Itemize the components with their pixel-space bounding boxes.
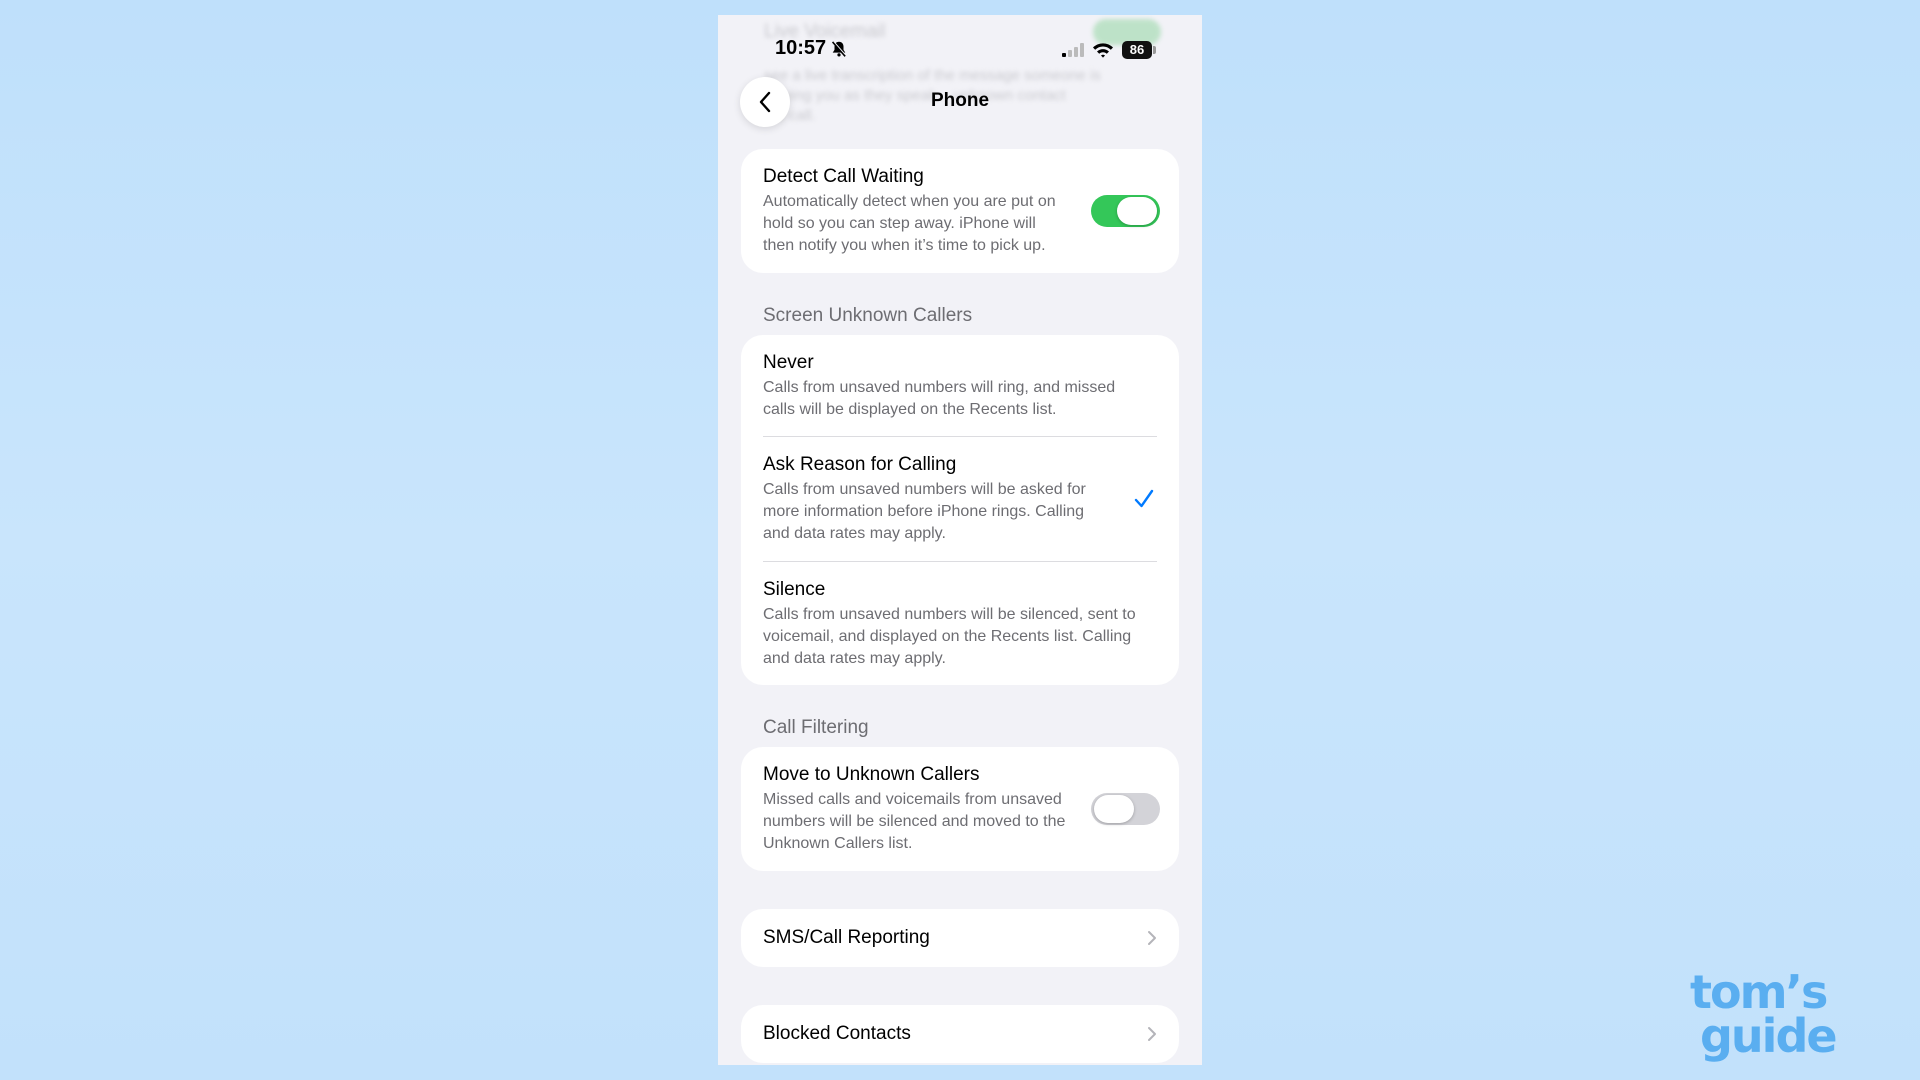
sms-call-reporting-row[interactable]: SMS/Call Reporting [741,909,1179,967]
toggle-knob [1094,795,1134,823]
option-never[interactable]: Never Calls from unsaved numbers will ri… [741,335,1179,436]
blocked-contacts-label: Blocked Contacts [763,1023,911,1044]
page-title: Phone [930,90,990,111]
option-ask-reason-title: Ask Reason for Calling [763,454,957,475]
detect-call-waiting-title: Detect Call Waiting [763,166,924,187]
option-ask-reason-description: Calls from unsaved numbers will be asked… [763,481,1086,542]
option-ask-reason-content: Ask Reason for Calling Calls from unsave… [741,437,1179,545]
chevron-right-icon [1148,931,1156,945]
status-time: 10:57 [775,37,848,60]
sms-call-reporting-card: SMS/Call Reporting [741,909,1179,967]
phone-screen: Live Voicemail see a live transcription … [718,15,1202,1065]
option-never-content: Never Calls from unsaved numbers will ri… [741,335,1179,421]
checkmark-icon [1134,489,1154,508]
call-filtering-card: Move to Unknown Callers Missed calls and… [741,747,1179,871]
option-never-description: Calls from unsaved numbers will ring, an… [763,379,1116,418]
logo-line-1: tom’s [1690,965,1828,1019]
detect-call-waiting-card: Detect Call Waiting Automatically detect… [741,149,1179,273]
option-silence[interactable]: Silence Calls from unsaved numbers will … [741,562,1179,685]
option-never-title: Never [763,352,814,373]
screen-unknown-callers-card: Never Calls from unsaved numbers will ri… [741,335,1179,685]
toms-guide-logo: tom’s guide [1690,965,1880,1063]
option-silence-title: Silence [763,579,826,600]
option-ask-reason[interactable]: Ask Reason for Calling Calls from unsave… [741,437,1179,561]
move-to-unknown-description: Missed calls and voicemails from unsaved… [763,791,1066,852]
live-voicemail-desc-1: see a live transcription of the message … [764,67,1101,84]
detect-call-waiting-toggle[interactable] [1091,195,1160,227]
call-filtering-header: Call Filtering [763,717,869,738]
wifi-icon [1093,43,1113,58]
bell-slash-icon [832,40,847,57]
toggle-knob [1117,197,1157,225]
screen-unknown-callers-header: Screen Unknown Callers [763,305,973,326]
sms-call-reporting-label: SMS/Call Reporting [763,927,930,948]
option-silence-description: Calls from unsaved numbers will be silen… [763,606,1136,667]
move-to-unknown-title: Move to Unknown Callers [763,764,980,785]
move-to-unknown-toggle[interactable] [1091,793,1160,825]
battery-tip [1153,46,1156,54]
detect-call-waiting-description: Automatically detect when you are put on… [763,193,1056,254]
blocked-contacts-card: Blocked Contacts [741,1005,1179,1063]
battery-indicator: 86 [1122,41,1152,59]
option-silence-content: Silence Calls from unsaved numbers will … [741,562,1179,670]
blocked-contacts-row[interactable]: Blocked Contacts [741,1005,1179,1063]
status-bar: 10:57 86 [718,15,1202,69]
status-time-text: 10:57 [775,37,827,59]
logo-line-2: guide [1700,1009,1838,1063]
chevron-right-icon [1148,1027,1156,1041]
cellular-signal-icon [1062,43,1084,57]
